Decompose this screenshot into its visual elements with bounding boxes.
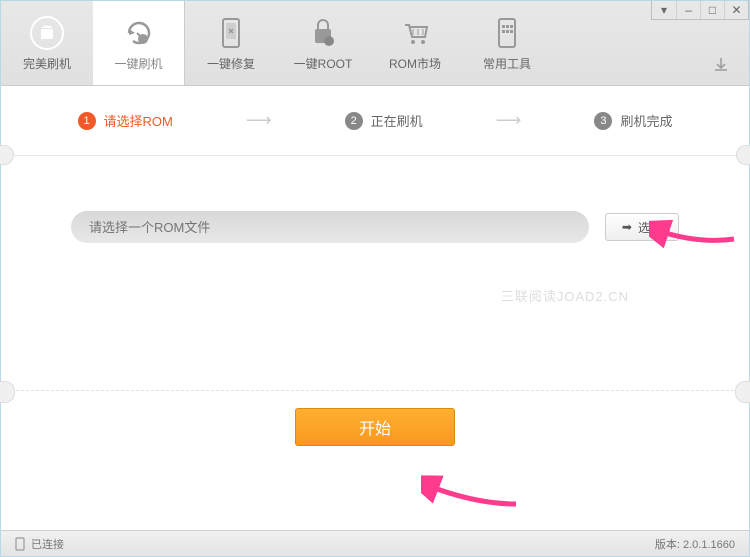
- maximize-button[interactable]: □: [700, 1, 724, 19]
- app-window: ▾ – □ ✕ 完美刷机 一键刷机 一键修复 一键: [0, 0, 750, 557]
- step-2: 2 正在刷机: [345, 111, 423, 130]
- nav-one-key-flash[interactable]: 一键刷机: [93, 1, 185, 85]
- arrow-right-icon: ➡: [622, 220, 632, 234]
- phone-grid-icon: [489, 15, 525, 51]
- step-number: 1: [78, 112, 96, 130]
- nav-label: 一键修复: [207, 55, 255, 72]
- content-divider: [1, 390, 749, 391]
- nav-label: 一键ROOT: [294, 55, 353, 72]
- cart-icon: [397, 15, 433, 51]
- nav-one-key-repair[interactable]: 一键修复: [185, 1, 277, 85]
- nav-one-key-root[interactable]: 一键ROOT: [277, 1, 369, 85]
- titlebar: ▾ – □ ✕ 完美刷机 一键刷机 一键修复 一键: [1, 1, 749, 86]
- nav-common-tools[interactable]: 常用工具: [461, 1, 553, 85]
- nav-label: ROM市场: [389, 55, 441, 72]
- dropdown-button[interactable]: ▾: [652, 1, 676, 19]
- step-number: 2: [345, 112, 363, 130]
- download-icon[interactable]: [711, 55, 731, 75]
- phone-wrench-icon: [213, 15, 249, 51]
- status-left: 已连接: [15, 536, 64, 552]
- nav-label: 完美刷机: [23, 55, 71, 72]
- step-label: 刷机完成: [620, 111, 672, 130]
- nav-rom-market[interactable]: ROM市场: [369, 1, 461, 85]
- step-3: 3 刷机完成: [594, 111, 672, 130]
- version-text: 版本: 2.0.1.1660: [655, 536, 735, 552]
- select-label: 选择: [638, 219, 662, 236]
- rom-select-row: ➡ 选择: [71, 211, 679, 243]
- phone-icon: [15, 537, 25, 551]
- lock-touch-icon: [305, 15, 341, 51]
- close-button[interactable]: ✕: [724, 1, 748, 19]
- android-icon: [29, 15, 65, 51]
- statusbar: 已连接 版本: 2.0.1.1660: [1, 530, 749, 556]
- arrow-icon: ⟶: [496, 110, 522, 131]
- watermark-text: 三联阅读JOAD2.CN: [501, 286, 629, 305]
- arrow-icon: ⟶: [246, 110, 272, 131]
- refresh-touch-icon: [121, 15, 157, 51]
- content-area: ➡ 选择 三联阅读JOAD2.CN 开始: [1, 156, 749, 506]
- select-button[interactable]: ➡ 选择: [605, 213, 679, 241]
- start-row: 开始: [1, 408, 749, 446]
- step-bar: 1 请选择ROM ⟶ 2 正在刷机 ⟶ 3 刷机完成: [1, 86, 749, 156]
- step-number: 3: [594, 112, 612, 130]
- step-label: 请选择ROM: [104, 111, 173, 130]
- step-1: 1 请选择ROM: [78, 111, 173, 130]
- start-button[interactable]: 开始: [295, 408, 455, 446]
- connection-status: 已连接: [31, 536, 64, 552]
- window-controls: ▾ – □ ✕: [651, 1, 749, 20]
- nav-label: 一键刷机: [114, 55, 162, 72]
- nav-perfect-flash[interactable]: 完美刷机: [1, 1, 93, 85]
- rom-file-input[interactable]: [71, 211, 589, 243]
- minimize-button[interactable]: –: [676, 1, 700, 19]
- nav-label: 常用工具: [483, 55, 531, 72]
- step-label: 正在刷机: [371, 111, 423, 130]
